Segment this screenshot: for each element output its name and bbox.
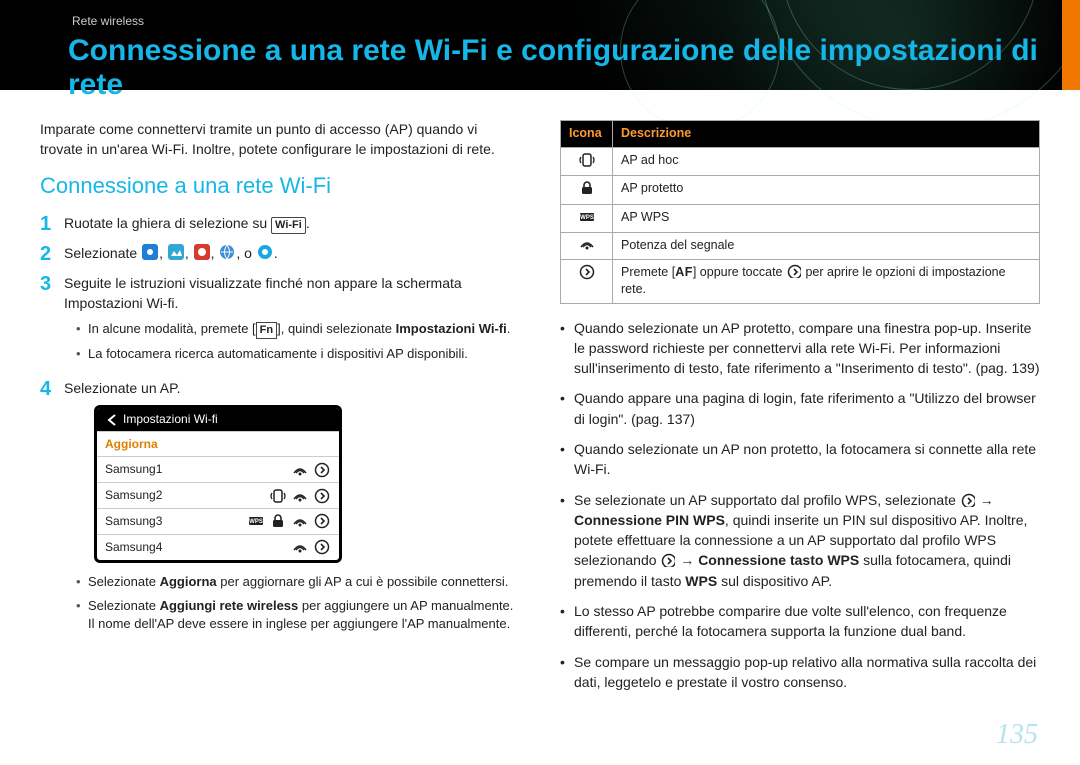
app-icon-4 [219,244,235,260]
device-title: Impostazioni Wi-fi [123,411,218,428]
wps-icon [579,209,595,225]
wps-icon [248,513,264,529]
device-row-4: Samsung4 [97,534,339,560]
bullet-3: Quando selezionate un AP non protetto, l… [560,439,1040,480]
breadcrumb: Rete wireless [72,14,144,28]
step-4-sub-2: Selezionate Aggiungi rete wireless per a… [76,597,520,633]
step-2: Selezionate , , , , o . [64,244,520,264]
app-icon-3 [194,244,210,260]
step-number-4: 4 [40,379,64,639]
app-icon-2 [168,244,184,260]
device-row-2: Samsung2 [97,482,339,508]
table-row: AP protetto [613,176,1040,205]
page-banner: Rete wireless Connessione a una rete Wi-… [0,0,1080,90]
table-row: Potenza del segnale [613,233,1040,260]
table-row: AP ad hoc [613,147,1040,176]
arrow-icon [661,553,675,567]
signal-icon [579,237,595,251]
bullet-5: Lo stesso AP potrebbe comparire due volt… [560,601,1040,642]
lock-icon [579,180,595,196]
arrow-icon [961,493,975,507]
step-4-sub-1: Selezionate Aggiorna per aggiornare gli … [76,573,520,591]
device-row-3: Samsung3 [97,508,339,534]
app-icon-5 [257,244,273,260]
arrow-icon [314,488,330,504]
intro-paragraph: Imparate come connettervi tramite un pun… [40,120,520,159]
arrow-icon [314,539,330,555]
lock-icon [270,513,286,529]
back-icon [104,412,116,426]
signal-icon [292,514,308,528]
table-header-icon: Icona [561,121,613,148]
arrow-icon [314,513,330,529]
signal-icon [292,463,308,477]
step-4: Selezionate un AP. Impostazioni Wi-fi Ag… [64,379,520,639]
table-row: AP WPS [613,204,1040,233]
bullet-6: Se compare un messaggio pop-up relativo … [560,652,1040,693]
fn-key-label: Fn [256,322,277,339]
arrow-icon [787,264,801,278]
signal-icon [292,540,308,554]
page-number: 135 [996,719,1038,751]
wifi-dial-label: Wi-Fi [271,217,306,234]
table-row: Premete [AF] oppure toccate per aprire l… [613,259,1040,303]
bullet-4: Se selezionate un AP supportato dal prof… [560,490,1040,591]
section-heading-wifi: Connessione a una rete Wi-Fi [40,171,520,202]
right-column: Icona Descrizione AP ad hoc AP protetto … [560,120,1040,765]
step-number-1: 1 [40,214,64,234]
step-3-sub-2: La fotocamera ricerca automaticamente i … [76,345,520,363]
step-number-2: 2 [40,244,64,264]
device-header: Impostazioni Wi-fi [97,408,339,431]
signal-icon [292,489,308,503]
page-title: Connessione a una rete Wi-Fi e configura… [68,34,1080,102]
step-3-sub-1: In alcune modalità, premete [Fn], quindi… [76,320,520,339]
adhoc-icon [270,488,286,504]
device-screenshot: Impostazioni Wi-fi Aggiorna Samsung1 [94,405,342,563]
adhoc-icon [579,152,595,168]
step-3: Seguite le istruzioni visualizzate finch… [64,274,520,369]
device-row-1: Samsung1 [97,456,339,482]
step-number-3: 3 [40,274,64,369]
step-1: Ruotate la ghiera di selezione su Wi-Fi. [64,214,520,234]
af-key-label: AF [675,265,693,279]
device-row-refresh: Aggiorna [97,431,339,457]
table-header-desc: Descrizione [613,121,1040,148]
arrow-icon [314,462,330,478]
icon-description-table: Icona Descrizione AP ad hoc AP protetto … [560,120,1040,304]
bullet-2: Quando appare una pagina di login, fate … [560,388,1040,429]
bullet-1: Quando selezionate un AP protetto, compa… [560,318,1040,379]
arrow-icon [579,264,595,280]
app-icon-1 [142,244,158,260]
left-column: Imparate come connettervi tramite un pun… [40,120,520,765]
